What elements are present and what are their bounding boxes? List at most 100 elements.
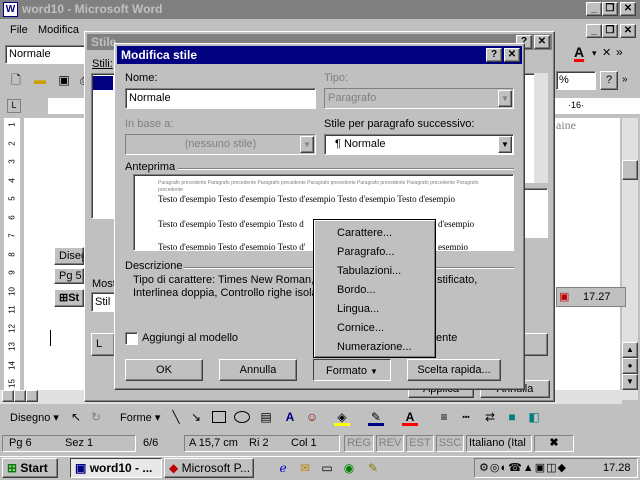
- font-color-dropdown-icon[interactable]: ▾: [592, 48, 597, 59]
- scroll-thumb[interactable]: [622, 160, 638, 180]
- ok-button[interactable]: OK: [125, 359, 203, 381]
- ie-icon[interactable]: ℯ: [274, 459, 292, 477]
- font-color-icon[interactable]: A: [574, 44, 590, 64]
- oval-icon[interactable]: [234, 411, 250, 423]
- fill-color-icon[interactable]: ◈: [334, 408, 350, 426]
- stili-list[interactable]: [91, 73, 115, 219]
- close-button[interactable]: ✕: [620, 2, 636, 16]
- menu-item-lingua[interactable]: Lingua...: [337, 303, 379, 315]
- word-app-icon[interactable]: W: [3, 2, 18, 17]
- task-powerpoint[interactable]: ◆ Microsoft P...: [164, 458, 254, 478]
- tab-selector[interactable]: L: [7, 99, 21, 113]
- normal-view-button[interactable]: [2, 390, 14, 402]
- next-style-select[interactable]: ¶ Normale ▼: [324, 134, 514, 155]
- rectangle-icon[interactable]: [212, 411, 226, 423]
- menu-item-cornice[interactable]: Cornice...: [337, 322, 384, 334]
- desktop-icon[interactable]: ▭: [318, 459, 336, 477]
- arrow-style-icon[interactable]: ⇄: [482, 408, 498, 426]
- annulla-button[interactable]: Annulla: [219, 359, 297, 381]
- status-rev[interactable]: REV: [376, 435, 404, 452]
- dash-style-icon[interactable]: ┅: [458, 408, 474, 426]
- menu-file[interactable]: File: [10, 24, 28, 36]
- status-pages: 6/6: [143, 437, 159, 449]
- stile-disegno-button[interactable]: Disegno: [54, 247, 84, 265]
- windows-logo-icon: ⊞: [7, 461, 18, 475]
- draw-menu-button[interactable]: Disegno ▾: [10, 411, 59, 424]
- spelling-status-icon[interactable]: ✖: [534, 435, 574, 452]
- next-style-dropdown-icon[interactable]: ▼: [498, 136, 512, 153]
- tray-icons[interactable]: ⚙◎◐☎▲▣◫◆: [479, 461, 567, 474]
- zoom-combo[interactable]: %: [556, 71, 596, 90]
- select-arrow-icon[interactable]: ↖: [68, 408, 84, 426]
- next-page-button[interactable]: ▼: [622, 374, 638, 390]
- status-reg[interactable]: REG: [344, 435, 374, 452]
- nome-input[interactable]: Normale: [125, 88, 316, 109]
- shadow-icon[interactable]: ■: [504, 408, 520, 426]
- status-sez: Sez 1: [65, 437, 94, 449]
- formato-button[interactable]: Formato ▼: [313, 359, 391, 381]
- status-est[interactable]: EST: [406, 435, 434, 452]
- scelta-rapida-label: Scelta rapida...: [417, 364, 491, 376]
- menu-item-numerazione[interactable]: Numerazione...: [337, 341, 412, 353]
- vertical-ruler-number: 5: [7, 196, 17, 201]
- channel-icon[interactable]: ◉: [340, 459, 358, 477]
- save-icon[interactable]: ▣: [55, 71, 73, 89]
- help-icon[interactable]: »: [616, 45, 623, 59]
- line-color-icon[interactable]: ✎: [368, 408, 384, 426]
- textbox-icon[interactable]: ▤: [258, 408, 274, 426]
- menu-item-tabulazioni[interactable]: Tabulazioni...: [337, 265, 401, 277]
- doc-restore-button[interactable]: ❐: [602, 24, 618, 38]
- stile-pg-box: Pg 5: [54, 268, 84, 284]
- stile-preview-scroll[interactable]: [534, 73, 548, 183]
- select-browse-object-button[interactable]: ●: [622, 358, 638, 374]
- modifica-help-button[interactable]: ?: [486, 48, 502, 62]
- arrow-icon[interactable]: ↘: [188, 408, 204, 426]
- preview-small-text: Paragrafo precedente Paragrafo precedent…: [158, 180, 479, 193]
- help-button[interactable]: ?: [600, 71, 618, 90]
- menu-item-bordo[interactable]: Bordo...: [337, 284, 376, 296]
- modifica-close-button[interactable]: ✕: [504, 48, 520, 62]
- menu-modifica[interactable]: Modifica: [38, 24, 79, 36]
- doc-close-button[interactable]: ✕: [620, 24, 636, 38]
- scelta-rapida-button[interactable]: Scelta rapida...: [407, 359, 501, 381]
- clock[interactable]: 17.28: [603, 462, 631, 474]
- free-rotate-icon[interactable]: ↻: [88, 408, 104, 426]
- print-view-button[interactable]: [26, 390, 38, 402]
- open-folder-icon[interactable]: ▬: [31, 71, 49, 89]
- stili-list-selected[interactable]: [93, 76, 113, 90]
- prev-page-button[interactable]: ▲: [622, 342, 638, 358]
- quicklaunch-icon[interactable]: ✎: [364, 459, 382, 477]
- stile-elenco-combo[interactable]: Stil: [91, 292, 115, 312]
- outlook-icon[interactable]: ✉: [296, 459, 314, 477]
- draw-font-color-icon[interactable]: A: [402, 408, 418, 426]
- word-title: word10 - Microsoft Word: [22, 2, 163, 16]
- wordart-icon[interactable]: A: [282, 408, 298, 426]
- start-button[interactable]: ⊞ Start: [2, 458, 58, 478]
- stile-disegno-label: Disegno: [59, 250, 83, 262]
- more-buttons-icon[interactable]: »: [622, 74, 628, 85]
- new-document-icon[interactable]: 🗋: [7, 71, 25, 89]
- menu-item-carattere[interactable]: Carattere...: [337, 227, 392, 239]
- stile-left-button[interactable]: L: [91, 333, 115, 356]
- web-view-button[interactable]: [14, 390, 26, 402]
- close-x-icon[interactable]: ✕: [602, 46, 611, 59]
- minimize-button[interactable]: _: [586, 2, 602, 16]
- status-ssc[interactable]: SSC: [436, 435, 464, 452]
- line-icon[interactable]: ╲: [168, 408, 184, 426]
- base-dropdown-icon: ▼: [300, 136, 314, 153]
- auto-update-label[interactable]: ente: [436, 332, 457, 344]
- 3d-icon[interactable]: ◧: [526, 408, 542, 426]
- status-language[interactable]: Italiano (Ital: [466, 435, 532, 452]
- add-template-checkbox[interactable]: [125, 332, 138, 345]
- add-template-label[interactable]: Aggiungi al modello: [142, 332, 238, 344]
- style-combo[interactable]: Normale: [5, 45, 85, 64]
- maximize-button[interactable]: ❐: [602, 2, 618, 16]
- stile-close-button[interactable]: ✕: [534, 35, 550, 49]
- line-style-icon[interactable]: ≡: [436, 408, 452, 426]
- task-word[interactable]: ▣ word10 - ...: [70, 458, 162, 478]
- ghost-clock: 17.27: [583, 291, 611, 303]
- autoshapes-menu-button[interactable]: Forme ▾: [120, 411, 160, 424]
- clipart-icon[interactable]: ☺: [304, 408, 320, 426]
- doc-minimize-button[interactable]: _: [586, 24, 602, 38]
- menu-item-paragrafo[interactable]: Paragrafo...: [337, 246, 394, 258]
